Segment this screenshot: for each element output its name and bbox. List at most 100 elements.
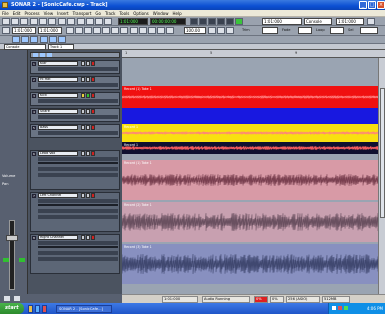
track-header[interactable]: 7 Left Channel xyxy=(30,192,120,232)
marker-icon[interactable] xyxy=(66,27,74,34)
fx-icon[interactable] xyxy=(166,27,174,34)
quick-launch-icon[interactable] xyxy=(42,305,47,313)
mute-icon[interactable] xyxy=(81,125,85,130)
fit-icon[interactable] xyxy=(13,295,21,302)
vertical-scrollbar[interactable] xyxy=(378,58,385,294)
record-arm-icon[interactable] xyxy=(91,61,95,66)
piano-roll-icon[interactable] xyxy=(95,18,103,25)
record-arm-icon[interactable] xyxy=(91,193,95,198)
workspace-field[interactable]: Console xyxy=(304,18,332,25)
track-header[interactable]: 5 Bass xyxy=(30,124,120,138)
save-icon[interactable] xyxy=(20,18,28,25)
menu-process[interactable]: Process xyxy=(22,10,41,17)
sel-field[interactable] xyxy=(360,27,378,34)
select-tool-icon[interactable] xyxy=(2,27,10,34)
clips-canvas[interactable]: Record (1) Take 1 Record 1 Record 1 Record … xyxy=(122,50,385,294)
audio-clip[interactable] xyxy=(122,108,378,124)
console-view-icon[interactable] xyxy=(86,18,94,25)
track-name[interactable]: Right Channel xyxy=(38,235,78,240)
tempo-down-icon[interactable] xyxy=(208,27,216,34)
menu-go[interactable]: Go xyxy=(93,10,103,17)
solo-icon[interactable] xyxy=(86,125,90,130)
track-name[interactable]: Kick xyxy=(38,93,78,98)
stop-icon[interactable] xyxy=(199,18,207,25)
mute-icon[interactable] xyxy=(81,77,85,82)
menu-track[interactable]: Track xyxy=(103,10,117,17)
track-name[interactable]: Left Channel xyxy=(38,193,78,198)
master-fader-handle[interactable] xyxy=(6,235,18,241)
minimize-icon[interactable]: _ xyxy=(359,1,367,9)
position-field[interactable]: 1:01:000 xyxy=(262,18,302,25)
track-name[interactable]: Hi Hat xyxy=(38,77,78,82)
record-icon[interactable] xyxy=(217,18,225,25)
master-fader[interactable] xyxy=(9,220,15,290)
solo-icon[interactable] xyxy=(86,93,90,98)
trim-field[interactable] xyxy=(262,27,278,34)
start-button[interactable]: start xyxy=(0,303,24,314)
solo-icon[interactable] xyxy=(86,193,90,198)
audio-icon[interactable] xyxy=(148,27,156,34)
record-arm-icon[interactable] xyxy=(91,109,95,114)
menu-edit[interactable]: Edit xyxy=(11,10,23,17)
fast-forward-icon[interactable] xyxy=(226,18,234,25)
menu-options[interactable]: Options xyxy=(131,10,150,17)
midi-icon[interactable] xyxy=(157,27,165,34)
cut-icon[interactable] xyxy=(30,18,38,25)
quick-launch-icon[interactable] xyxy=(28,305,33,313)
insert-track-icon[interactable] xyxy=(33,53,38,57)
track-name[interactable]: Lead Vox xyxy=(38,151,78,156)
clips-pane[interactable]: Record (1) Take 1 Record 1 Record 1 Record … xyxy=(122,50,385,294)
play-icon[interactable] xyxy=(208,18,216,25)
metronome-icon[interactable] xyxy=(111,27,119,34)
tray-icon[interactable] xyxy=(332,306,336,310)
record-arm-icon[interactable] xyxy=(91,125,95,130)
mute-icon[interactable] xyxy=(81,151,85,156)
grid-icon[interactable] xyxy=(84,27,92,34)
loop-field[interactable] xyxy=(330,27,344,34)
menu-transport[interactable]: Transport xyxy=(71,10,94,17)
all-icon[interactable] xyxy=(58,36,66,43)
solo-icon[interactable] xyxy=(86,61,90,66)
track-name[interactable]: Bass xyxy=(38,125,78,130)
zoom-icon[interactable] xyxy=(3,295,11,302)
open-icon[interactable] xyxy=(11,18,19,25)
mute-icon[interactable] xyxy=(81,61,85,66)
new-icon[interactable] xyxy=(2,18,10,25)
fade-field[interactable] xyxy=(298,27,312,34)
fx-rack-icon[interactable] xyxy=(40,36,48,43)
solo-icon[interactable] xyxy=(86,109,90,114)
maximize-icon[interactable]: □ xyxy=(368,1,376,9)
track-name[interactable]: Snare xyxy=(38,109,78,114)
menu-help[interactable]: Help xyxy=(171,10,184,17)
redo-icon[interactable] xyxy=(67,18,75,25)
track-header[interactable]: 8 Right Channel xyxy=(30,234,120,274)
loop-record-icon[interactable] xyxy=(139,27,147,34)
menu-window[interactable]: Window xyxy=(151,10,171,17)
record-arm-icon[interactable] xyxy=(91,77,95,82)
quick-launch-icon[interactable] xyxy=(35,305,40,313)
mute-icon[interactable] xyxy=(81,235,85,240)
paste-icon[interactable] xyxy=(48,18,56,25)
rewind-icon[interactable] xyxy=(190,18,198,25)
punch-icon[interactable] xyxy=(120,27,128,34)
mute-icon[interactable] xyxy=(81,93,85,98)
track-icon[interactable] xyxy=(12,36,20,43)
solo-icon[interactable] xyxy=(86,151,90,156)
io-icon[interactable] xyxy=(49,36,57,43)
track-header[interactable]: 3 Kick xyxy=(30,92,120,106)
zoom-in-icon[interactable] xyxy=(93,27,101,34)
delete-track-icon[interactable] xyxy=(40,53,45,57)
tempo-field[interactable]: 100.00 xyxy=(184,27,206,34)
tempo-up-icon[interactable] xyxy=(217,27,225,34)
track-view-icon[interactable] xyxy=(77,18,85,25)
taskbar-item-sonar[interactable]: SONAR 2 - [SonicCafe...] xyxy=(56,305,112,313)
close-icon[interactable]: × xyxy=(377,1,385,9)
mix-icon[interactable] xyxy=(30,36,38,43)
tray-icon[interactable] xyxy=(338,306,342,310)
track-props-icon[interactable] xyxy=(47,53,52,57)
time-ruler[interactable]: 1 5 9 xyxy=(122,50,385,58)
snap-icon[interactable] xyxy=(75,27,83,34)
track-header[interactable]: 2 Hi Hat xyxy=(30,76,120,90)
track-name[interactable]: Klar xyxy=(38,61,78,66)
staff-view-icon[interactable] xyxy=(104,18,112,25)
